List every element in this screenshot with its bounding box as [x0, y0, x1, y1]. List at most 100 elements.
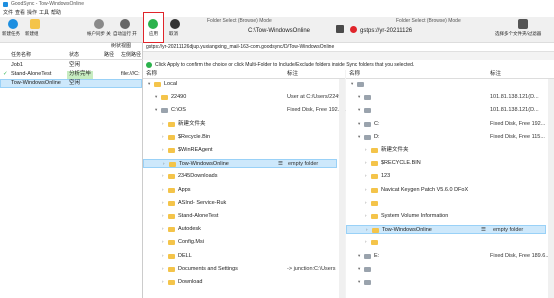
gstp-icon — [350, 26, 357, 33]
tree-row[interactable]: › Tow-WindowsOnline ☰ empty folder — [143, 159, 337, 169]
expand-chevron-icon[interactable]: › — [162, 200, 164, 206]
tree-view-toggle[interactable]: 树状视图 — [111, 44, 131, 49]
tree-row[interactable]: › System Volume Information — [346, 212, 546, 221]
expand-chevron-icon[interactable]: ▾ — [358, 108, 360, 113]
tree-row[interactable]: ▾ C:\OS Fixed Disk, Free 192.3... — [143, 106, 347, 115]
cancel-button[interactable]: 取消 — [167, 18, 185, 40]
menu-view[interactable]: 查看 — [15, 11, 25, 16]
expand-chevron-icon[interactable]: › — [163, 162, 165, 167]
tree-row[interactable]: › Navicat Keygen Patch V5.6.0 DFoX — [346, 186, 546, 195]
tree-row[interactable]: › 2345Downloads — [143, 172, 337, 181]
expand-chevron-icon[interactable]: › — [365, 161, 367, 166]
tree-row[interactable]: › $Recycle.Bin — [143, 133, 337, 142]
title-bar: GoodSync - Tow-WindowsOnline — [0, 0, 554, 9]
tree-row[interactable]: ▾ D: Fixed Disk, Free 115... — [346, 133, 546, 142]
tree-row[interactable]: › Stand-AloneTest — [143, 212, 337, 221]
expand-chevron-icon[interactable]: › — [162, 279, 164, 285]
path-bar[interactable]: gstps://yr-20211126djup.yuxiangxing_mail… — [143, 43, 554, 52]
app-logo-icon — [3, 2, 8, 7]
status-badge: 分析完毕 — [67, 71, 94, 79]
job-row-job1[interactable]: Job1 空闲 — [0, 61, 143, 70]
tree-row[interactable]: › 123 — [346, 172, 546, 181]
folder-icon — [168, 240, 175, 246]
apply-button[interactable]: 应用 — [143, 12, 164, 43]
tree-row[interactable]: ▾ 101.81.138.121(D... — [346, 93, 546, 102]
expand-chevron-icon[interactable]: › — [162, 121, 164, 127]
tree-row[interactable]: › DELL — [143, 252, 337, 261]
tree-row[interactable]: › — [346, 199, 546, 208]
tree-row[interactable]: › Download — [143, 278, 337, 287]
tree-row-label: Tow-WindowsOnline — [179, 161, 229, 168]
tree-row[interactable]: › 新建文件夹 — [143, 120, 337, 129]
expand-chevron-icon[interactable]: ▾ — [148, 81, 150, 87]
tree-row[interactable]: › ASInd- Service-Ruk — [143, 199, 337, 208]
expand-chevron-icon[interactable]: ▾ — [351, 81, 353, 87]
tree-row[interactable]: › Tow-WindowsOnline ☰ empty folder — [346, 225, 546, 235]
left-path-display[interactable]: C:\Tow-WindowsOnline — [248, 28, 310, 34]
menu-actions[interactable]: 操作 — [27, 11, 37, 16]
expand-chevron-icon[interactable]: › — [162, 253, 164, 259]
tree-row[interactable]: ▾ Local — [143, 80, 337, 89]
expand-chevron-icon[interactable]: › — [162, 147, 164, 153]
left-tree-scrollbar[interactable] — [339, 79, 345, 298]
expand-chevron-icon[interactable]: › — [162, 240, 164, 245]
tree-row[interactable]: ▾ — [346, 265, 546, 274]
account-sync-button[interactable]: 帐户同步 关 — [87, 18, 111, 40]
expand-chevron-icon[interactable]: › — [366, 228, 368, 233]
expand-chevron-icon[interactable]: › — [162, 213, 164, 219]
menu-icon[interactable]: ☰ — [278, 162, 283, 168]
menu-tools[interactable]: 工具 — [39, 11, 49, 16]
auto-run-button[interactable]: 自动运行 开 — [113, 18, 137, 40]
compare-arrows-icon[interactable] — [336, 25, 344, 33]
expand-chevron-icon[interactable]: › — [365, 174, 367, 179]
expand-chevron-icon[interactable]: ▾ — [358, 253, 360, 259]
expand-chevron-icon[interactable]: ▾ — [358, 266, 360, 272]
expand-chevron-icon[interactable]: › — [365, 240, 367, 245]
expand-chevron-icon[interactable]: › — [162, 187, 164, 193]
menu-file[interactable]: 文件 — [3, 11, 13, 16]
tree-row[interactable]: ▾ E: Fixed Disk, Free 189.6... — [346, 252, 550, 261]
menu-icon[interactable]: ☰ — [481, 228, 486, 234]
folder-path-text: gstps://yr-20211126djup.yuxiangxing_mail… — [146, 44, 335, 50]
right-tree-scrollbar[interactable] — [548, 79, 554, 298]
tree-row[interactable]: › Documents and Settings -> junction:C:\Us… — [143, 265, 337, 274]
expand-chevron-icon[interactable]: ▾ — [358, 134, 360, 140]
expand-chevron-icon[interactable]: › — [365, 213, 367, 219]
expand-chevron-icon[interactable]: › — [162, 227, 164, 232]
tree-row[interactable]: ▾ — [346, 80, 546, 89]
job-row-standalone[interactable]: ✓ Stand-AloneTest 分析完毕 file:///C: — [0, 70, 143, 79]
multi-folder-icon — [518, 19, 528, 29]
tree-row[interactable]: ▾ 101.81.138.121(D... — [346, 106, 546, 115]
tree-row[interactable]: › Apps — [143, 186, 337, 195]
new-group-button[interactable]: 新建组 — [25, 18, 45, 40]
tree-row-label: 123 — [381, 173, 391, 180]
expand-chevron-icon[interactable]: ▾ — [155, 95, 157, 100]
tree-row[interactable]: › 新建文件夹 — [346, 146, 546, 155]
tree-row[interactable]: ▾ C: Fixed Disk, Free 192... — [346, 120, 546, 129]
expand-chevron-icon[interactable]: › — [365, 200, 367, 206]
tree-row[interactable]: › — [346, 238, 546, 247]
tree-row[interactable]: › $RECYCLE.BIN — [346, 159, 546, 168]
tree-row[interactable]: › Autodesk — [143, 225, 337, 234]
tree-row[interactable]: ▾ 22490 User at C:/Users/22490 — [143, 93, 344, 102]
menu-help[interactable]: 帮助 — [51, 11, 61, 16]
tree-row[interactable]: › Config.Msi — [143, 238, 337, 247]
expand-chevron-icon[interactable]: ▾ — [155, 108, 157, 113]
tree-row[interactable]: › $WinREAgent — [143, 146, 337, 155]
expand-chevron-icon[interactable]: ▾ — [358, 279, 360, 285]
expand-chevron-icon[interactable]: › — [162, 174, 164, 179]
tree-row[interactable]: ▾ — [346, 278, 546, 287]
job-row-tow-windowsonline[interactable]: Tow-WindowsOnline 空闲 — [0, 79, 142, 88]
right-path-display[interactable]: gstps://yr-20211126 — [360, 28, 412, 34]
folder-icon — [168, 134, 175, 140]
expand-chevron-icon[interactable]: › — [365, 147, 367, 153]
expand-chevron-icon[interactable]: › — [162, 134, 164, 140]
expand-chevron-icon[interactable]: › — [365, 187, 367, 193]
expand-chevron-icon[interactable]: › — [162, 266, 164, 272]
expand-chevron-icon[interactable]: ▾ — [358, 121, 360, 127]
expand-chevron-icon[interactable]: ▾ — [358, 95, 360, 100]
new-job-button[interactable]: 新建任务 — [2, 18, 24, 40]
multi-folder-button[interactable]: 选择多个文件夹/过滤器 — [494, 18, 552, 40]
folder-icon — [169, 162, 176, 168]
folder-icon — [168, 187, 175, 193]
